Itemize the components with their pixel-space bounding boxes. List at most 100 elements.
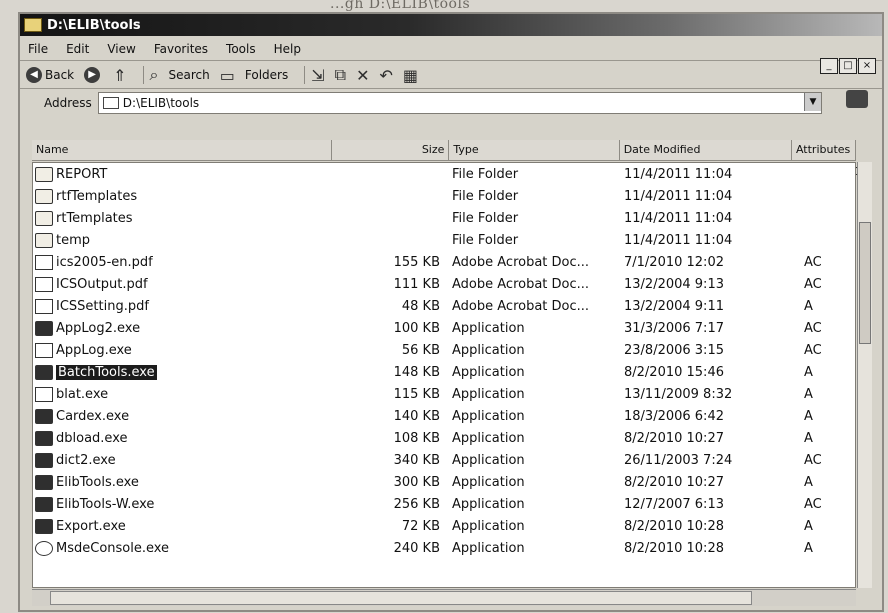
file-name: AppLog2.exe xyxy=(56,320,141,336)
file-type: Application xyxy=(452,452,525,468)
table-row[interactable]: AppLog2.exe 100 KB Application 31/3/2006… xyxy=(33,317,855,339)
file-name: ICSOutput.pdf xyxy=(56,276,148,292)
file-date: 23/8/2006 3:15 xyxy=(624,342,724,358)
file-name-cell: ElibTools-W.exe xyxy=(33,496,335,512)
file-date: 8/2/2010 10:27 xyxy=(624,430,724,446)
window-app-icon xyxy=(35,342,53,358)
file-attributes: AC xyxy=(804,342,822,358)
file-date: 31/3/2006 7:17 xyxy=(624,320,724,336)
table-row[interactable]: ICSSetting.pdf 48 KB Adobe Acrobat Doc..… xyxy=(33,295,855,317)
column-name[interactable]: Name xyxy=(32,140,333,160)
scroll-thumb[interactable] xyxy=(50,591,752,605)
file-type: Application xyxy=(452,320,525,336)
file-type: Application xyxy=(452,518,525,534)
table-row[interactable]: ICSOutput.pdf 111 KB Adobe Acrobat Doc..… xyxy=(33,273,855,295)
file-attributes: A xyxy=(804,386,813,402)
copy-to-icon[interactable]: ⧉ xyxy=(335,65,346,85)
column-date[interactable]: Date Modified xyxy=(620,140,792,160)
undo-icon[interactable]: ↶ xyxy=(379,66,392,85)
table-row[interactable]: AppLog.exe 56 KB Application 23/8/2006 3… xyxy=(33,339,855,361)
file-name-cell: BatchTools.exe xyxy=(33,364,335,380)
horizontal-scrollbar[interactable] xyxy=(32,589,856,606)
address-input[interactable]: D:\ELIB\tools ▼ xyxy=(97,92,822,114)
table-row[interactable]: Export.exe 72 KB Application 8/2/2010 10… xyxy=(33,515,855,537)
menu-file[interactable]: File xyxy=(28,42,48,56)
file-size: 72 KB xyxy=(401,518,440,534)
file-type: Application xyxy=(452,386,525,402)
scroll-thumb[interactable] xyxy=(859,222,871,344)
app-icon xyxy=(35,408,53,424)
views-icon[interactable]: ▦ xyxy=(403,66,418,85)
menu-view[interactable]: View xyxy=(107,42,135,56)
file-name-cell: ElibTools.exe xyxy=(33,474,335,490)
file-size: 240 KB xyxy=(393,540,440,556)
forward-arrow-icon: ▶ xyxy=(84,67,101,83)
pdf-icon xyxy=(35,298,53,314)
up-folder-icon[interactable]: ⇑ xyxy=(113,66,126,85)
table-row[interactable]: Cardex.exe 140 KB Application 18/3/2006 … xyxy=(33,405,855,427)
file-attributes: AC xyxy=(804,320,822,336)
app-icon xyxy=(35,496,53,512)
menu-favorites[interactable]: Favorites xyxy=(154,42,208,56)
table-row[interactable]: ElibTools.exe 300 KB Application 8/2/201… xyxy=(33,471,855,493)
search-icon: ⌕ xyxy=(149,65,159,84)
file-name: dbload.exe xyxy=(56,430,128,446)
table-row[interactable]: REPORT File Folder 11/4/2011 11:04 xyxy=(33,163,855,185)
menu-help[interactable]: Help xyxy=(274,42,301,56)
title-bar[interactable]: D:\ELIB\tools xyxy=(20,14,882,36)
move-to-icon[interactable]: ⇲ xyxy=(311,66,324,85)
table-row[interactable]: rtTemplates File Folder 11/4/2011 11:04 xyxy=(33,207,855,229)
file-date: 7/1/2010 12:02 xyxy=(624,254,724,270)
search-label: Search xyxy=(168,68,210,82)
column-type[interactable]: Type xyxy=(449,140,620,160)
app-icon xyxy=(35,452,53,468)
column-size[interactable]: Size xyxy=(332,140,450,160)
chevron-down-icon[interactable]: ▼ xyxy=(804,93,821,111)
menu-edit[interactable]: Edit xyxy=(66,42,89,56)
file-name-cell: MsdeConsole.exe xyxy=(33,540,335,556)
file-name-cell: dict2.exe xyxy=(33,452,335,468)
file-name-cell: Cardex.exe xyxy=(33,408,335,424)
table-row[interactable]: MsdeConsole.exe 240 KB Application 8/2/2… xyxy=(33,537,855,559)
file-size: 148 KB xyxy=(393,364,440,380)
file-type: File Folder xyxy=(452,210,519,226)
file-name: ics2005-en.pdf xyxy=(56,254,153,270)
vertical-scrollbar[interactable] xyxy=(857,162,872,588)
file-size: 155 KB xyxy=(393,254,440,270)
file-name: AppLog.exe xyxy=(56,342,132,358)
file-size: 256 KB xyxy=(393,496,440,512)
pdf-icon xyxy=(35,276,53,292)
table-row[interactable]: rtfTemplates File Folder 11/4/2011 11:04 xyxy=(33,185,855,207)
address-label: Address xyxy=(44,96,92,110)
file-type: Application xyxy=(452,430,525,446)
file-name-cell: blat.exe xyxy=(33,386,335,402)
file-attributes: A xyxy=(804,364,813,380)
table-row[interactable]: ics2005-en.pdf 155 KB Adobe Acrobat Doc.… xyxy=(33,251,855,273)
table-row[interactable]: blat.exe 115 KB Application 13/11/2009 8… xyxy=(33,383,855,405)
delete-icon[interactable]: ✕ xyxy=(356,66,369,85)
toolbar-separator xyxy=(304,66,306,84)
file-attributes: A xyxy=(804,408,813,424)
file-type: Application xyxy=(452,364,525,380)
file-name: BatchTools.exe xyxy=(56,364,157,380)
file-attributes: AC xyxy=(804,452,822,468)
menu-tools[interactable]: Tools xyxy=(226,42,256,56)
back-button[interactable]: ◀ Back xyxy=(26,67,74,83)
file-name-cell: temp xyxy=(33,232,335,248)
table-row[interactable]: dbload.exe 108 KB Application 8/2/2010 1… xyxy=(33,427,855,449)
file-attributes: A xyxy=(804,474,813,490)
table-row[interactable]: BatchTools.exe 148 KB Application 8/2/20… xyxy=(33,361,855,383)
file-size: 48 KB xyxy=(401,298,440,314)
table-row[interactable]: temp File Folder 11/4/2011 11:04 xyxy=(33,229,855,251)
column-header: Name Size Type Date Modified Attributes xyxy=(32,140,856,161)
folders-button[interactable]: ▭ Folders xyxy=(220,66,288,85)
column-attributes[interactable]: Attributes xyxy=(792,140,856,160)
forward-button[interactable]: ▶ xyxy=(84,67,103,83)
file-type: Application xyxy=(452,474,525,490)
console-icon xyxy=(35,540,53,556)
file-name-cell: Export.exe xyxy=(33,518,335,534)
table-row[interactable]: ElibTools-W.exe 256 KB Application 12/7/… xyxy=(33,493,855,515)
search-button[interactable]: ⌕ Search xyxy=(150,65,210,85)
table-row[interactable]: dict2.exe 340 KB Application 26/11/2003 … xyxy=(33,449,855,471)
file-size: 340 KB xyxy=(393,452,440,468)
